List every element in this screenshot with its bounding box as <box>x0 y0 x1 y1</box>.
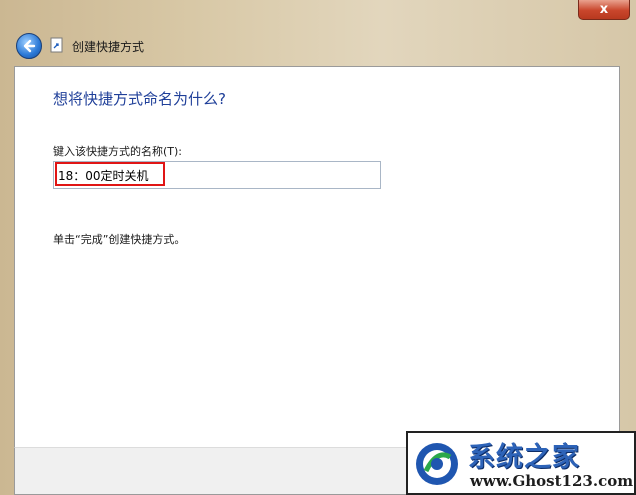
shortcut-name-input[interactable] <box>53 161 381 189</box>
finish-hint-text: 单击“完成”创建快捷方式。 <box>53 233 186 246</box>
title-bar: x 创建快捷方式 <box>0 0 636 66</box>
watermark-title: 系统之家 <box>468 442 580 473</box>
back-button[interactable] <box>16 33 42 59</box>
watermark-url: www.Ghost123.com <box>470 472 634 490</box>
close-icon: x <box>599 2 609 17</box>
shortcut-name-label: 键入该快捷方式的名称(T): <box>53 145 183 158</box>
window-frame: x 创建快捷方式 想将快捷方式命名为什么? 键入该快捷方式的名称(T): 单击“… <box>0 0 636 495</box>
globe-logo-icon <box>416 443 458 485</box>
page-heading: 想将快捷方式命名为什么? <box>53 90 226 108</box>
back-arrow-icon <box>23 39 36 53</box>
wizard-content-panel: 想将快捷方式命名为什么? 键入该快捷方式的名称(T): 单击“完成”创建快捷方式… <box>14 66 620 447</box>
watermark-logo: 系统之家 www.Ghost123.com <box>406 431 636 495</box>
shortcut-wizard-icon <box>50 37 63 53</box>
wizard-title: 创建快捷方式 <box>72 40 145 54</box>
close-button[interactable]: x <box>578 0 630 20</box>
